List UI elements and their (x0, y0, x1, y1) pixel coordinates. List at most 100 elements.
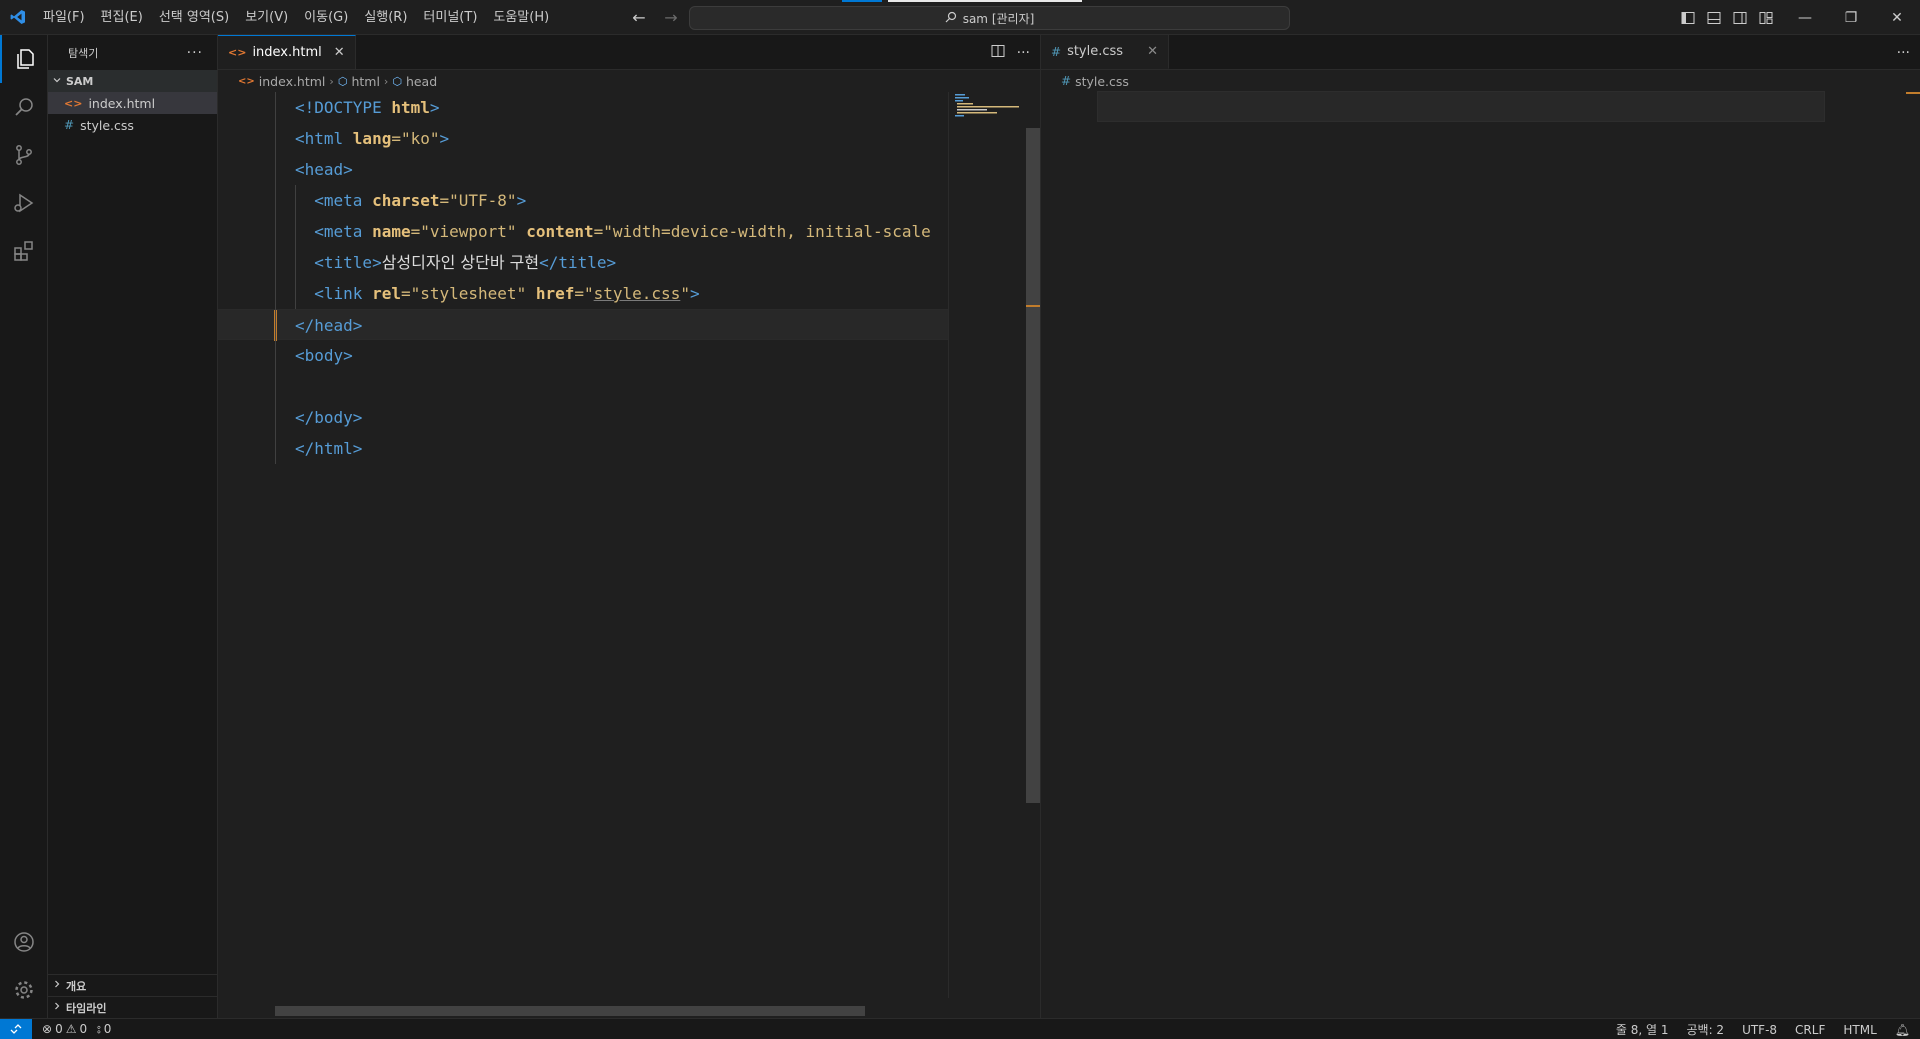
split-editor-icon[interactable] (991, 44, 1005, 62)
timeline-section[interactable]: 타임라인 (48, 996, 218, 1018)
horizontal-scrollbar[interactable] (275, 1006, 865, 1016)
code-line[interactable]: <link rel="stylesheet" href="style.css"> (218, 278, 948, 309)
notifications-bell-icon[interactable]: 🔔︎ (1895, 1023, 1910, 1037)
command-center[interactable]: sam [관리자] (689, 6, 1290, 30)
menu-item[interactable]: 보기(V) (237, 0, 296, 35)
menu-item[interactable]: 실행(R) (356, 0, 415, 35)
code-line[interactable]: <meta name="viewport" content="width=dev… (218, 216, 948, 247)
more-actions-icon[interactable]: ··· (1897, 45, 1910, 61)
menu-item[interactable]: 터미널(T) (415, 0, 485, 35)
restore-icon[interactable]: ❐ (1828, 0, 1874, 35)
editor-group-left: <> index.html ✕ ··· <> index.html › ⬡ ht… (218, 35, 1040, 1018)
code-token: </html> (295, 439, 363, 458)
menu-item[interactable]: 도움말(H) (485, 0, 557, 35)
menu-item[interactable]: 이동(G) (296, 0, 356, 35)
extensions-icon[interactable] (0, 227, 48, 275)
encoding[interactable]: UTF-8 (1742, 1023, 1777, 1037)
menu-item[interactable]: 선택 영역(S) (151, 0, 237, 35)
tab-index-html[interactable]: <> index.html ✕ (218, 35, 356, 69)
breadcrumb: <> index.html › ⬡ html › ⬡ head (218, 70, 1040, 92)
outline-section[interactable]: 개요 (48, 974, 218, 996)
problems-indicator[interactable]: ⊗ 0 ⚠ 0 (42, 1022, 87, 1036)
code-line[interactable]: </html> (218, 433, 948, 464)
code-token: ="viewport" (410, 222, 527, 241)
code-line[interactable]: <html lang="ko"> (218, 123, 948, 154)
breadcrumb-file[interactable]: style.css (1075, 74, 1129, 89)
code-token: " (680, 284, 690, 303)
code-line[interactable]: <head> (218, 154, 948, 185)
language-mode[interactable]: HTML (1843, 1023, 1876, 1037)
status-right: 줄 8, 열 1 공백: 2 UTF-8 CRLF HTML 🔔︎ (1616, 1019, 1910, 1039)
source-control-icon[interactable] (0, 131, 48, 179)
error-count: 0 (55, 1022, 63, 1036)
code-token: <meta (314, 222, 373, 241)
title-accent-bar (842, 0, 882, 2)
code-line[interactable] (218, 371, 948, 402)
vertical-scrollbar[interactable] (1026, 92, 1040, 998)
code-text: <link rel="stylesheet" href="style.css"> (295, 278, 699, 309)
menu-item[interactable]: 편집(E) (93, 0, 151, 35)
toggle-secondary-sidebar-icon[interactable] (1730, 8, 1750, 28)
explorer-icon[interactable] (0, 35, 48, 83)
code-line[interactable]: </body> (218, 402, 948, 433)
code-text: <html lang="ko"> (295, 123, 449, 154)
code-token: </body> (295, 408, 363, 427)
tab-label: style.css (1067, 44, 1124, 59)
cursor-position[interactable]: 줄 8, 열 1 (1616, 1021, 1669, 1038)
title-bar: 파일(F) 편집(E) 선택 영역(S) 보기(V) 이동(G) 실행(R) 터미널(T) 도… (0, 0, 1920, 35)
indentation[interactable]: 공백: 2 (1686, 1021, 1724, 1038)
close-tab-icon[interactable]: ✕ (334, 45, 345, 60)
tab-bar: # style.css ✕ ··· (1041, 35, 1920, 70)
folder-header-sam[interactable]: SAM (48, 70, 217, 92)
toggle-primary-sidebar-icon[interactable] (1678, 8, 1698, 28)
manage-gear-icon[interactable] (0, 966, 48, 1014)
code-token: > (516, 191, 527, 210)
menu-item[interactable]: 파일(F) (35, 0, 93, 35)
end-of-line[interactable]: CRLF (1795, 1023, 1825, 1037)
more-actions-icon[interactable]: ··· (187, 45, 217, 61)
toggle-panel-icon[interactable] (1704, 8, 1724, 28)
code-line[interactable]: <meta charset="UTF-8"> (218, 185, 948, 216)
indent-guide (295, 185, 296, 309)
breadcrumb-file[interactable]: index.html (259, 74, 326, 89)
ports-indicator[interactable]: ⦂ 0 (97, 1022, 111, 1037)
customize-layout-icon[interactable] (1756, 8, 1776, 28)
symbol-icon: ⬡ (392, 74, 402, 88)
tab-style-css[interactable]: # style.css ✕ (1041, 35, 1169, 69)
close-window-icon[interactable]: ✕ (1874, 0, 1920, 35)
close-tab-icon[interactable]: ✕ (1147, 44, 1158, 59)
breadcrumb: # style.css (1041, 70, 1920, 92)
code-line[interactable]: <!DOCTYPE html> (218, 92, 948, 123)
code-line[interactable]: <title>삼성디자인 상단바 구현</title> (218, 247, 948, 278)
remote-indicator-icon[interactable] (0, 1018, 32, 1039)
search-view-icon[interactable] (0, 83, 48, 131)
sidebar-title: 탐색기 (68, 46, 99, 60)
file-item-style-css[interactable]: # style.css (48, 114, 217, 136)
code-token: <!DOCTYPE (295, 98, 392, 117)
forward-arrow-icon[interactable]: → (660, 8, 682, 27)
scrollbar-thumb[interactable] (1026, 128, 1040, 803)
code-line[interactable]: </head> (218, 309, 948, 341)
code-text: </head> (295, 310, 362, 341)
editor-actions: ··· (1897, 35, 1910, 70)
back-arrow-icon[interactable]: ← (628, 8, 650, 27)
minimize-icon[interactable]: — (1782, 0, 1828, 35)
more-actions-icon[interactable]: ··· (1017, 45, 1030, 61)
code-editor[interactable]: <!DOCTYPE html> <html lang="ko"> <head> <m… (218, 92, 948, 998)
accounts-icon[interactable] (0, 918, 48, 966)
minimap[interactable] (948, 92, 1026, 998)
code-line[interactable]: <body> (218, 340, 948, 371)
html-file-icon: <> (238, 75, 255, 87)
current-line-highlight[interactable] (1097, 91, 1825, 122)
breadcrumb-head[interactable]: head (406, 74, 437, 89)
code-text: <meta name="viewport" content="width=dev… (295, 216, 931, 247)
tab-label: index.html (252, 45, 322, 60)
run-debug-icon[interactable] (0, 179, 48, 227)
file-item-index-html[interactable]: <> index.html (48, 92, 217, 114)
html-file-icon: <> (64, 96, 83, 110)
breadcrumb-html[interactable]: html (351, 74, 379, 89)
html-file-icon: <> (228, 46, 247, 59)
menu-bar: 파일(F) 편집(E) 선택 영역(S) 보기(V) 이동(G) 실행(R) 터미널(T) 도… (35, 0, 557, 35)
code-token: href (535, 284, 575, 303)
